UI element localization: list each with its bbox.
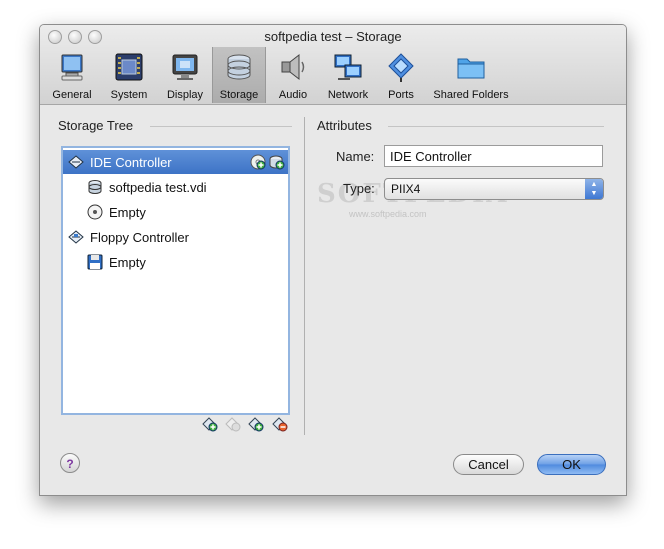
- toolbar-item-network[interactable]: Network: [320, 47, 376, 103]
- add-cd-dvd-icon[interactable]: [250, 154, 266, 170]
- help-button[interactable]: ?: [60, 453, 80, 473]
- controller-icon: [68, 155, 84, 169]
- tree-item-floppy[interactable]: Empty: [87, 250, 146, 274]
- tree-item-label: Floppy Controller: [90, 229, 189, 245]
- tree-item-cd-dvd[interactable]: Empty: [87, 200, 146, 224]
- floppy-icon: [87, 254, 103, 270]
- tree-item-ide-controller[interactable]: IDE Controller: [63, 150, 288, 174]
- add-controller-icon[interactable]: [202, 416, 218, 432]
- toolbar-item-shared-folders[interactable]: Shared Folders: [426, 47, 516, 103]
- name-label: Name:: [336, 149, 375, 164]
- type-select-value: PIIX4: [391, 182, 421, 196]
- type-select[interactable]: PIIX4 ▲ ▼: [384, 178, 604, 200]
- divider: [150, 126, 292, 127]
- remove-controller-icon[interactable]: [225, 416, 241, 432]
- hard-disk-icon: [88, 180, 102, 194]
- add-hard-disk-icon[interactable]: [269, 154, 285, 170]
- ok-button[interactable]: OK: [537, 454, 606, 475]
- tree-item-label: IDE Controller: [90, 154, 172, 170]
- tree-item-label: softpedia test.vdi: [109, 179, 207, 195]
- network-icon: [334, 54, 362, 80]
- storage-tree-title: Storage Tree: [58, 118, 134, 133]
- remove-attachment-icon[interactable]: [272, 416, 288, 432]
- toolbar-item-storage[interactable]: Storage: [212, 47, 266, 103]
- storage-settings-window: softpedia test – Storage General System …: [39, 24, 627, 496]
- toolbar-item-audio[interactable]: Audio: [266, 47, 320, 103]
- toolbar-item-display[interactable]: Display: [158, 47, 212, 103]
- storage-icon: [227, 54, 251, 80]
- port-icon: [388, 53, 414, 82]
- chip-icon: [115, 53, 143, 81]
- controller-icon: [68, 230, 84, 244]
- tree-item-label: Empty: [109, 204, 146, 220]
- name-field[interactable]: [384, 145, 603, 167]
- cancel-button[interactable]: Cancel: [453, 454, 524, 475]
- folder-icon: [457, 58, 485, 79]
- storage-tree[interactable]: IDE Controller softpedia test.vdi Empty …: [61, 146, 290, 415]
- add-attachment-icon[interactable]: [248, 416, 264, 432]
- watermark-url: www.softpedia.com: [349, 209, 427, 219]
- panel-separator: [304, 117, 305, 435]
- display-icon: [172, 54, 198, 80]
- tree-item-hard-disk[interactable]: softpedia test.vdi: [87, 175, 207, 199]
- monitor-icon: [61, 54, 83, 81]
- updown-arrows-icon: ▲ ▼: [585, 179, 603, 199]
- settings-toolbar: General System Display Storage Audio Net…: [44, 47, 516, 103]
- attributes-title: Attributes: [317, 118, 372, 133]
- cd-dvd-icon: [87, 204, 103, 220]
- type-label: Type:: [343, 181, 375, 196]
- toolbar-item-system[interactable]: System: [100, 47, 158, 103]
- divider: [388, 126, 604, 127]
- speaker-icon: [281, 53, 305, 81]
- titlebar: softpedia test – Storage General System …: [40, 25, 626, 105]
- window-title: softpedia test – Storage: [264, 29, 402, 44]
- toolbar-item-ports[interactable]: Ports: [376, 47, 426, 103]
- tree-item-label: Empty: [109, 254, 146, 270]
- tree-item-floppy-controller[interactable]: Floppy Controller: [68, 225, 189, 249]
- toolbar-item-general[interactable]: General: [44, 47, 100, 103]
